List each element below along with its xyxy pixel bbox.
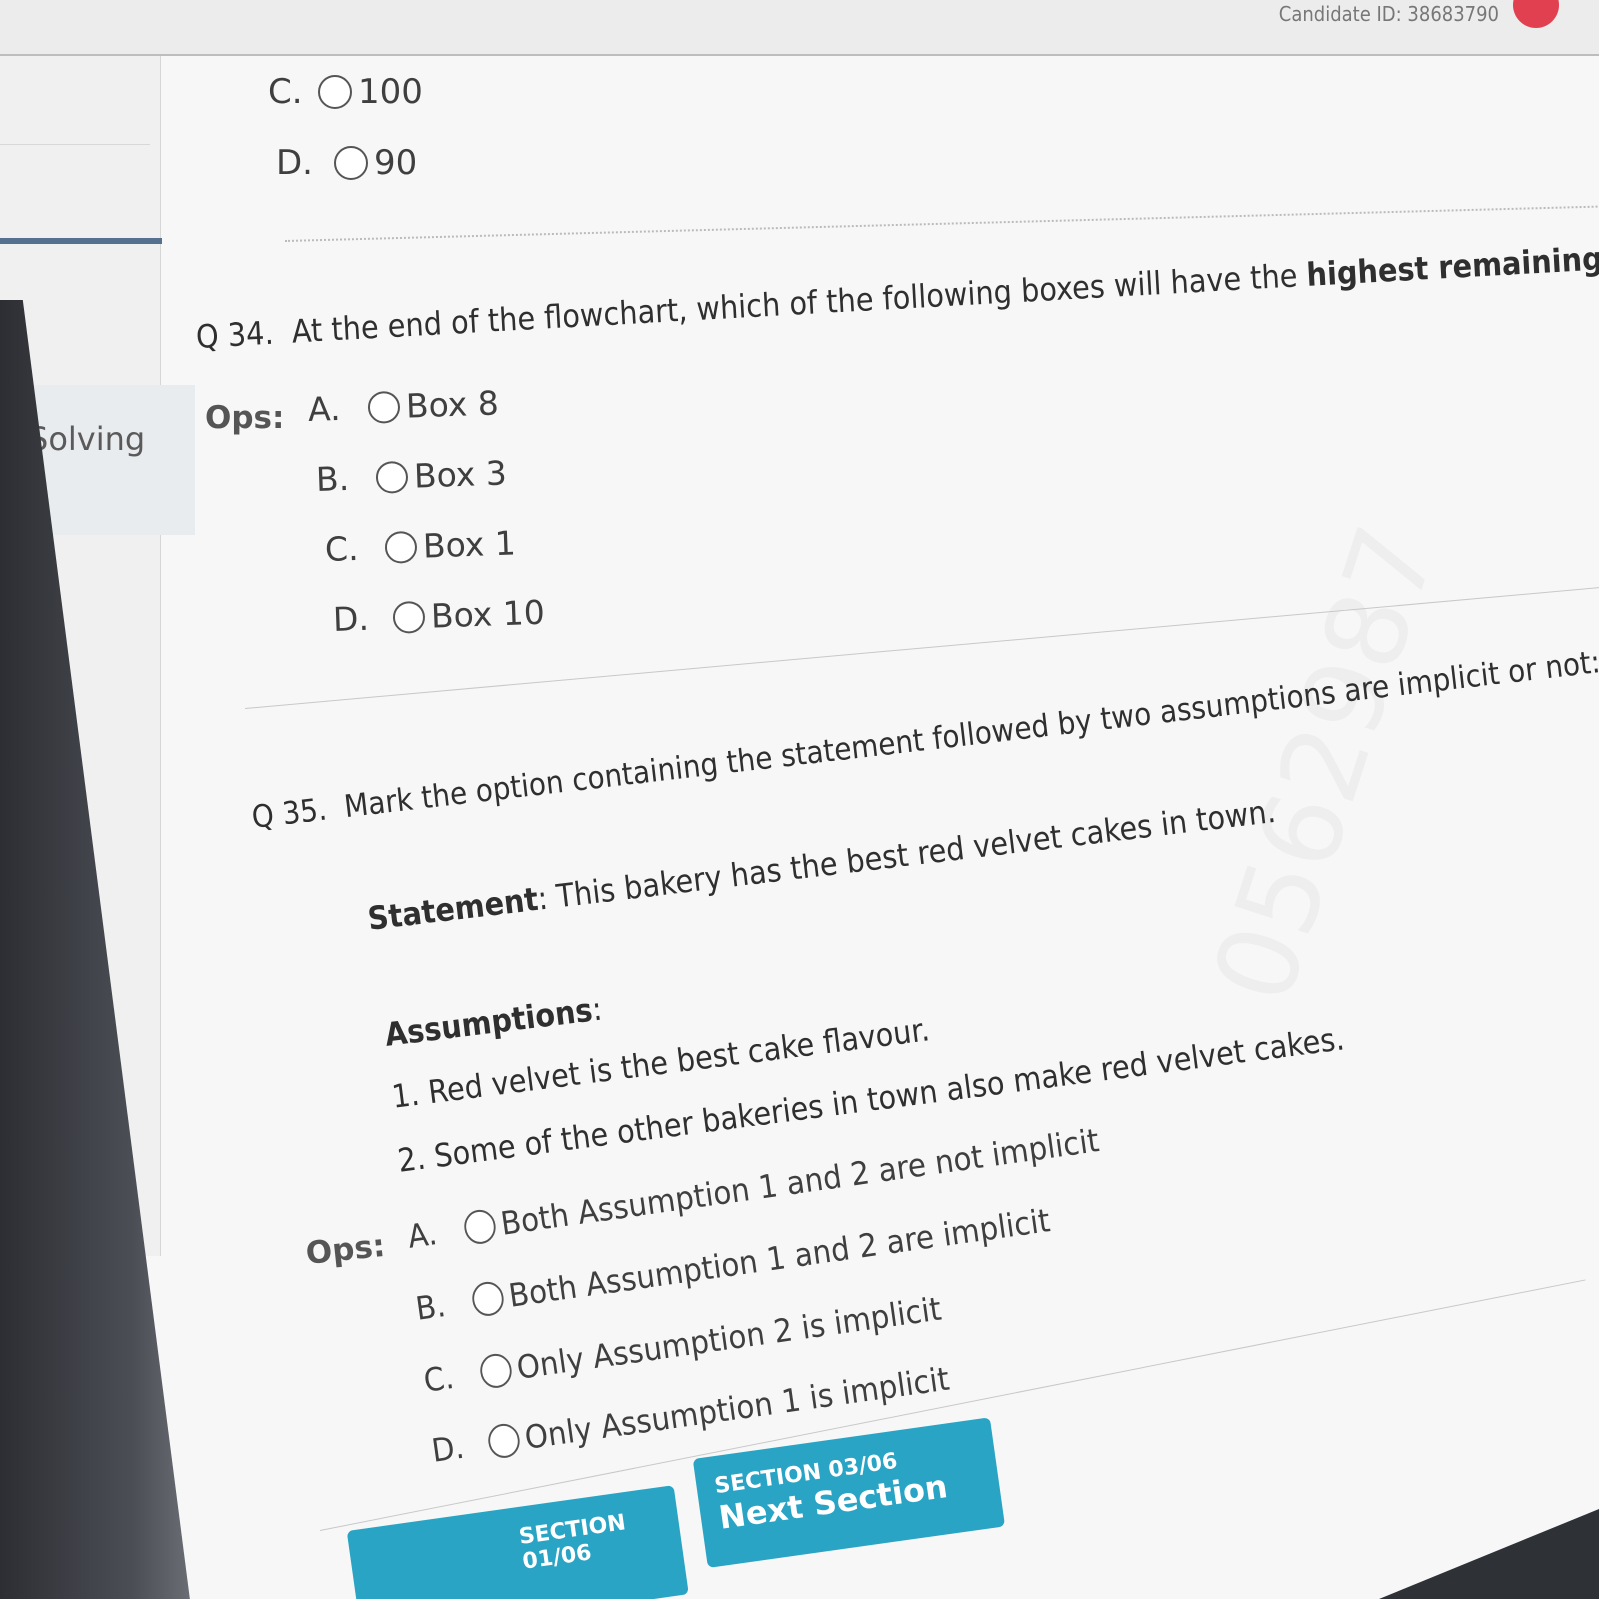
question-text: At the end of the flowchart, which of th… — [290, 255, 1308, 351]
option-letter: C. — [421, 1358, 457, 1400]
option-letter: B. — [315, 458, 350, 499]
q35-ops-label: Ops: — [304, 1227, 387, 1272]
option-text: 100 — [358, 72, 423, 112]
statement-text: : This bakery has the best red velvet ca… — [535, 791, 1278, 918]
q34-option-d[interactable]: D. Box 10 — [332, 593, 545, 639]
option-letter: D. — [429, 1427, 467, 1470]
question-number: Q 34. — [194, 313, 275, 356]
option-text: Box 8 — [405, 383, 500, 426]
q34-option-c[interactable]: C. Box 1 — [324, 523, 516, 569]
option-text: Box 10 — [430, 592, 546, 636]
statement-label: Statement — [365, 879, 541, 938]
question-text-bold: highest remaining value — [1305, 234, 1599, 294]
option-letter: A. — [307, 388, 342, 429]
option-letter: D. — [332, 598, 370, 639]
radio-button[interactable] — [375, 460, 409, 494]
question-separator — [284, 205, 1599, 242]
exam-screen: Candidate ID: 38683790 Solving 0562987 C… — [0, 0, 1599, 1599]
radio-button[interactable] — [384, 530, 418, 564]
option-text: 90 — [374, 143, 418, 183]
q34-option-b[interactable]: B. Box 3 — [315, 453, 507, 499]
option-text: Box 3 — [413, 453, 508, 496]
option-letter: A. — [405, 1214, 440, 1256]
prev-section-button[interactable]: SECTION 01/06 — [346, 1485, 689, 1599]
option-letter: B. — [413, 1286, 448, 1328]
radio-button[interactable] — [392, 600, 426, 634]
assumptions-label: Assumptions — [382, 990, 595, 1054]
option-text: Box 1 — [422, 523, 517, 566]
radio-button[interactable] — [486, 1421, 522, 1460]
q35-statement: Statement: This bakery has the best red … — [366, 792, 1278, 938]
radio-button[interactable] — [334, 146, 368, 180]
prev-option-d[interactable]: D. 90 — [276, 143, 417, 183]
radio-button[interactable] — [462, 1207, 498, 1246]
prev-option-c[interactable]: C. 100 — [268, 72, 423, 112]
option-letter: C. — [268, 72, 303, 112]
radio-button[interactable] — [478, 1351, 514, 1390]
question-number: Q 35. — [249, 791, 329, 836]
q34-ops-label: Ops: — [205, 400, 285, 436]
option-letter: D. — [276, 143, 313, 183]
prev-section-label: SECTION 01/06 — [517, 1510, 628, 1575]
next-section-button[interactable]: SECTION 03/06 Next Section — [692, 1417, 1006, 1568]
q34-text: Q 34. At the end of the flowchart, which… — [195, 233, 1599, 356]
q35-assumptions-heading: Assumptions: — [383, 990, 604, 1054]
question-text: Mark the option containing the statement… — [342, 644, 1599, 826]
q34-option-a[interactable]: A. Box 8 — [307, 383, 499, 429]
question-area: C. 100 D. 90 Q 34. At the end of the flo… — [0, 0, 1599, 1599]
radio-button[interactable] — [318, 75, 352, 109]
radio-button[interactable] — [367, 390, 401, 424]
q35-text: Q 35. Mark the option containing the sta… — [250, 644, 1599, 836]
option-letter: C. — [324, 528, 360, 569]
radio-button[interactable] — [470, 1279, 506, 1318]
